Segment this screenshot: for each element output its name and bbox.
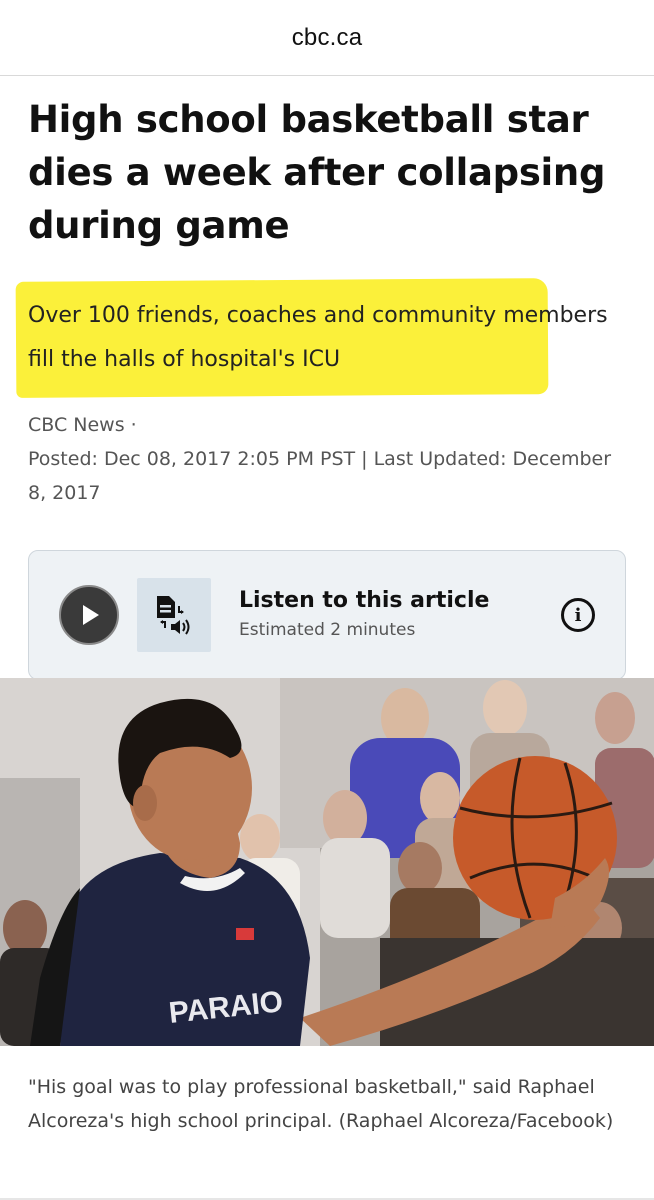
article-headline: High school basketball star dies a week … (28, 98, 606, 247)
article-content: High school basketball star dies a week … (0, 93, 654, 680)
listen-estimate: Estimated 2 minutes (239, 620, 416, 640)
play-icon (83, 605, 99, 625)
listen-to-article-panel: Listen to this article Estimated 2 minut… (28, 550, 626, 680)
article-page: cbc.ca High school basketball star dies … (0, 0, 654, 1200)
listen-text-block: Listen to this article Estimated 2 minut… (239, 586, 561, 644)
browser-url-bar[interactable]: cbc.ca (0, 0, 654, 76)
article-source: CBC News · (28, 414, 137, 436)
basketball-player-photo: PARAIO (0, 678, 654, 1046)
url-host[interactable]: cbc.ca (292, 24, 363, 52)
article-meta: CBC News · Posted: Dec 08, 2017 2:05 PM … (28, 408, 626, 510)
info-icon[interactable]: i (561, 598, 595, 632)
play-button[interactable] (59, 585, 119, 645)
photo-caption: "His goal was to play professional baske… (28, 1076, 614, 1132)
article-photo: PARAIO (0, 678, 654, 1046)
article-deck: Over 100 friends, coaches and community … (28, 303, 608, 372)
text-to-speech-icon (137, 578, 211, 652)
listen-title[interactable]: Listen to this article (239, 586, 561, 616)
article-posted-date: Posted: Dec 08, 2017 2:05 PM PST | Last … (28, 448, 612, 504)
deck-wrapper: Over 100 friends, coaches and community … (15, 278, 626, 398)
